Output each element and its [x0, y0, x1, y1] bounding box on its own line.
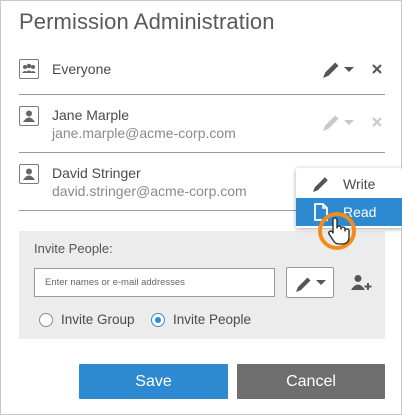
group-icon	[19, 59, 39, 79]
invite-permission-dropdown[interactable]	[286, 267, 334, 298]
remove-icon[interactable]	[369, 61, 385, 77]
radio-circle[interactable]	[39, 313, 53, 327]
remove-icon[interactable]	[369, 114, 385, 130]
permission-dropdown[interactable]	[320, 110, 356, 134]
entry-email: david.stringer@acme-corp.com	[52, 183, 247, 199]
permission-row-jane: Jane Marple jane.marple@acme-corp.com	[19, 104, 385, 146]
dialog-title: Permission Administration	[19, 9, 275, 34]
add-user-icon[interactable]	[350, 273, 372, 293]
entry-name: Everyone	[52, 61, 112, 77]
pencil-icon	[296, 277, 326, 292]
pencil-icon	[323, 62, 354, 78]
entry-email: jane.marple@acme-corp.com	[52, 125, 236, 141]
permission-dropdown[interactable]	[320, 57, 356, 81]
user-icon	[19, 106, 39, 126]
invite-label: Invite People:	[34, 241, 113, 256]
divider	[19, 94, 385, 95]
cancel-button[interactable]: Cancel	[237, 364, 385, 399]
save-button[interactable]: Save	[79, 364, 228, 399]
hand-cursor-icon	[316, 210, 358, 252]
entry-name: David Stringer	[52, 165, 141, 181]
menu-item-write[interactable]: Write	[296, 170, 402, 198]
entry-name: Jane Marple	[52, 107, 130, 123]
invite-input[interactable]	[34, 268, 275, 297]
menu-item-label: Write	[343, 176, 376, 192]
pencil-icon	[312, 175, 330, 193]
permission-row-everyone: Everyone	[19, 57, 385, 81]
radio-circle[interactable]	[151, 313, 165, 327]
pencil-icon	[323, 115, 354, 131]
divider	[19, 152, 385, 153]
user-icon	[19, 164, 39, 184]
radio-label: Invite Group	[61, 312, 135, 327]
radio-label: Invite People	[173, 312, 252, 327]
